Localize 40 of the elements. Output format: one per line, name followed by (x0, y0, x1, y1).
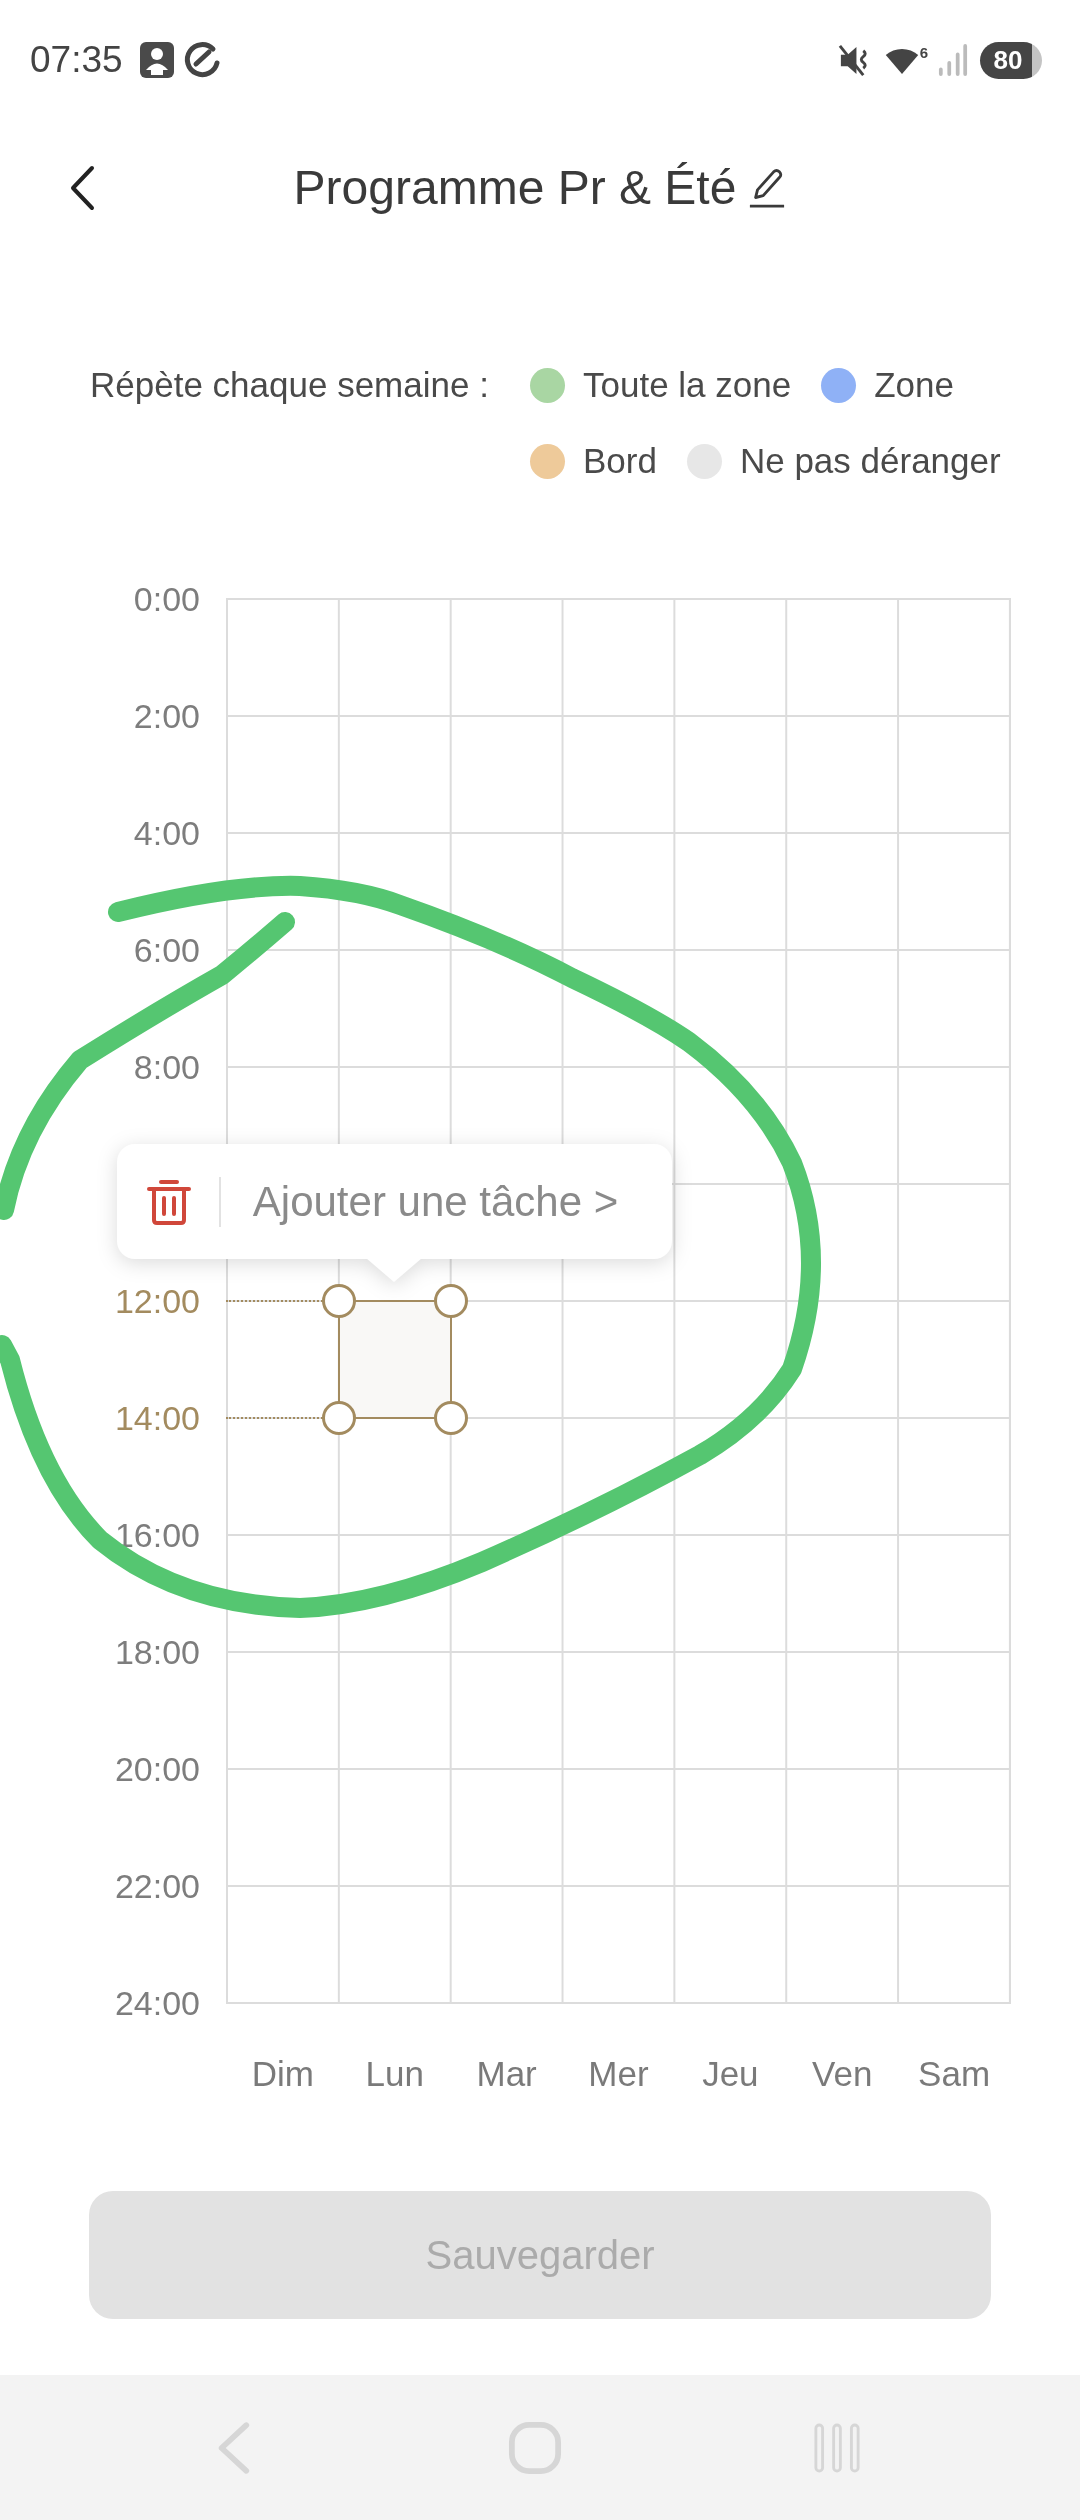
day-label: Jeu (702, 2054, 759, 2094)
hour-label: 2:00 (133, 696, 200, 736)
hour-label: 22:00 (114, 1866, 200, 1906)
legend-label: Répète chaque semaine : (90, 364, 490, 406)
chevron-left-icon (68, 165, 96, 211)
day-label: Lun (365, 2054, 424, 2094)
hour-label: 4:00 (133, 813, 200, 853)
hour-label: 16:00 (114, 1515, 200, 1555)
signal-icon (938, 43, 968, 77)
battery-indicator: 80 (980, 41, 1042, 79)
day-label: Mer (588, 2054, 649, 2094)
resize-handle[interactable] (321, 1401, 356, 1435)
legend-item-label: Zone (874, 363, 954, 406)
legend-item-label: Toute la zone (583, 363, 792, 406)
day-label: Ven (812, 2054, 873, 2094)
resize-handle[interactable] (321, 1284, 356, 1318)
day-label: Dim (251, 2054, 315, 2094)
edit-icon[interactable] (748, 166, 787, 210)
wifi-standard-label: 6 (919, 44, 928, 60)
hour-label: 14:00 (114, 1398, 200, 1438)
ring-icon (182, 41, 221, 79)
legend-item-label: Bord (583, 439, 657, 482)
resize-handle[interactable] (433, 1284, 468, 1318)
trash-icon[interactable] (146, 1178, 191, 1225)
hour-label: 12:00 (114, 1281, 200, 1321)
status-time: 07:35 (30, 38, 123, 83)
resize-handle[interactable] (433, 1401, 468, 1435)
page-title: Programme Pr & Été (293, 160, 737, 216)
selected-time-slot[interactable] (337, 1300, 452, 1419)
person-card-icon (138, 41, 175, 79)
legend-item-label: Ne pas déranger (739, 439, 1001, 482)
hour-label: 18:00 (114, 1632, 200, 1672)
day-label: Mar (476, 2054, 537, 2094)
hour-label: 20:00 (114, 1749, 200, 1789)
hour-label: 24:00 (114, 1983, 200, 2023)
hour-label: 0:00 (133, 579, 200, 619)
day-label: Sam (918, 2054, 991, 2094)
hour-label: 6:00 (133, 930, 200, 970)
add-task-button[interactable]: Ajouter une tâche > (252, 1170, 619, 1233)
hour-label: 8:00 (133, 1047, 200, 1087)
